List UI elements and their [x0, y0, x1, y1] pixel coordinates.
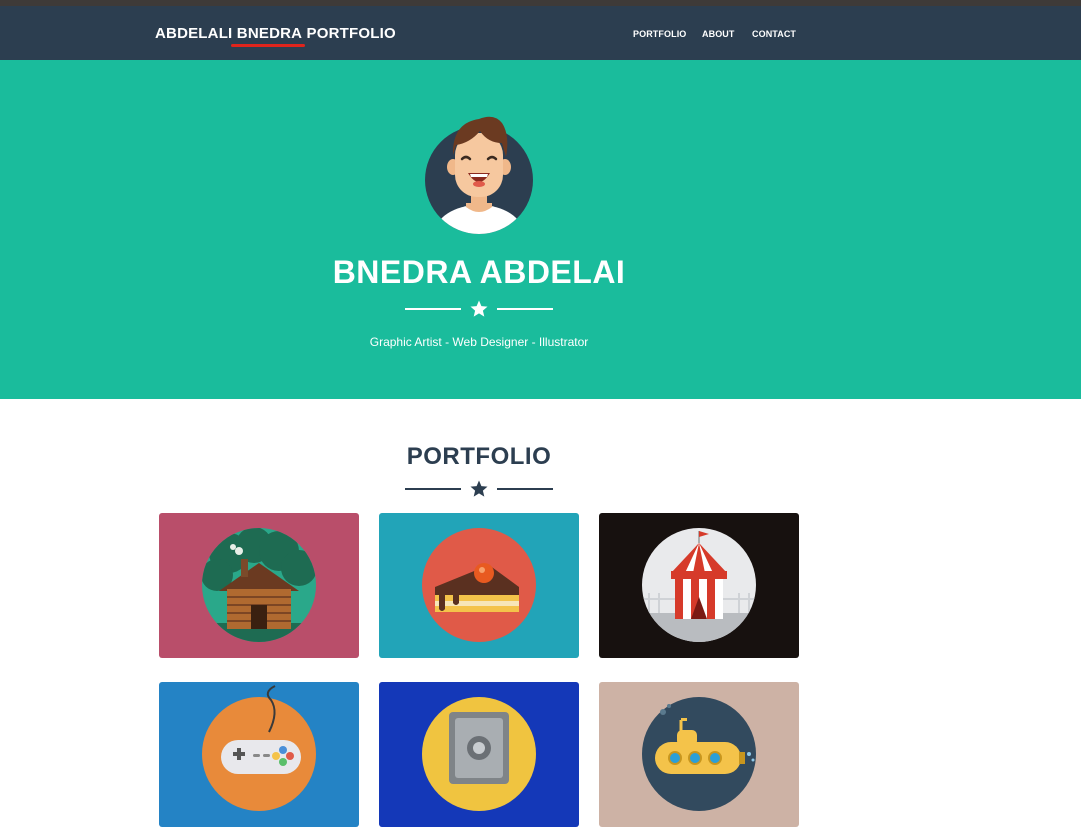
- brand-middle-text: BNEDRA: [236, 25, 303, 42]
- portfolio-item-cabin[interactable]: [159, 513, 359, 658]
- nav-contact[interactable]: CONTACT: [752, 29, 796, 39]
- portfolio-item-circus[interactable]: [599, 513, 799, 658]
- cabin-icon: [159, 513, 359, 658]
- portfolio-divider: [405, 479, 553, 499]
- divider-line-right: [497, 488, 553, 490]
- divider-line-left: [405, 308, 461, 310]
- brand-middle: BNEDRA: [230, 25, 305, 47]
- game-controller-icon: [159, 682, 359, 827]
- spellcheck-underline: [230, 44, 305, 47]
- portfolio-item-submarine[interactable]: [599, 682, 799, 827]
- divider-line-right: [497, 308, 553, 310]
- submarine-icon: [599, 682, 799, 827]
- nav-about[interactable]: ABOUT: [702, 29, 735, 39]
- hero-divider: [405, 299, 553, 319]
- profile-avatar: [425, 116, 533, 234]
- star-icon: [470, 480, 488, 497]
- divider-line-left: [405, 488, 461, 490]
- portfolio-item-cake[interactable]: [379, 513, 579, 658]
- cake-icon: [379, 513, 579, 658]
- hero-tagline: Graphic Artist - Web Designer - Illustra…: [369, 335, 589, 349]
- safe-icon: [379, 682, 579, 827]
- brand-last: PORTFOLIO: [302, 25, 396, 42]
- navbar: ABDELALI BNEDRA PORTFOLIO PORTFOLIO ABOU…: [0, 6, 1081, 60]
- brand-logo[interactable]: ABDELALI BNEDRA PORTFOLIO: [155, 25, 396, 47]
- hero-header: BNEDRA ABDELAI Graphic Artist - Web Desi…: [0, 60, 1081, 399]
- brand-first: ABDELALI: [155, 25, 237, 42]
- portfolio-heading: PORTFOLIO: [406, 443, 552, 470]
- portfolio-item-game-controller[interactable]: [159, 682, 359, 827]
- hero-name: BNEDRA ABDELAI: [332, 254, 626, 290]
- portfolio-item-safe[interactable]: [379, 682, 579, 827]
- nav-portfolio[interactable]: PORTFOLIO: [633, 29, 686, 39]
- star-icon: [470, 300, 488, 317]
- circus-tent-icon: [599, 513, 799, 658]
